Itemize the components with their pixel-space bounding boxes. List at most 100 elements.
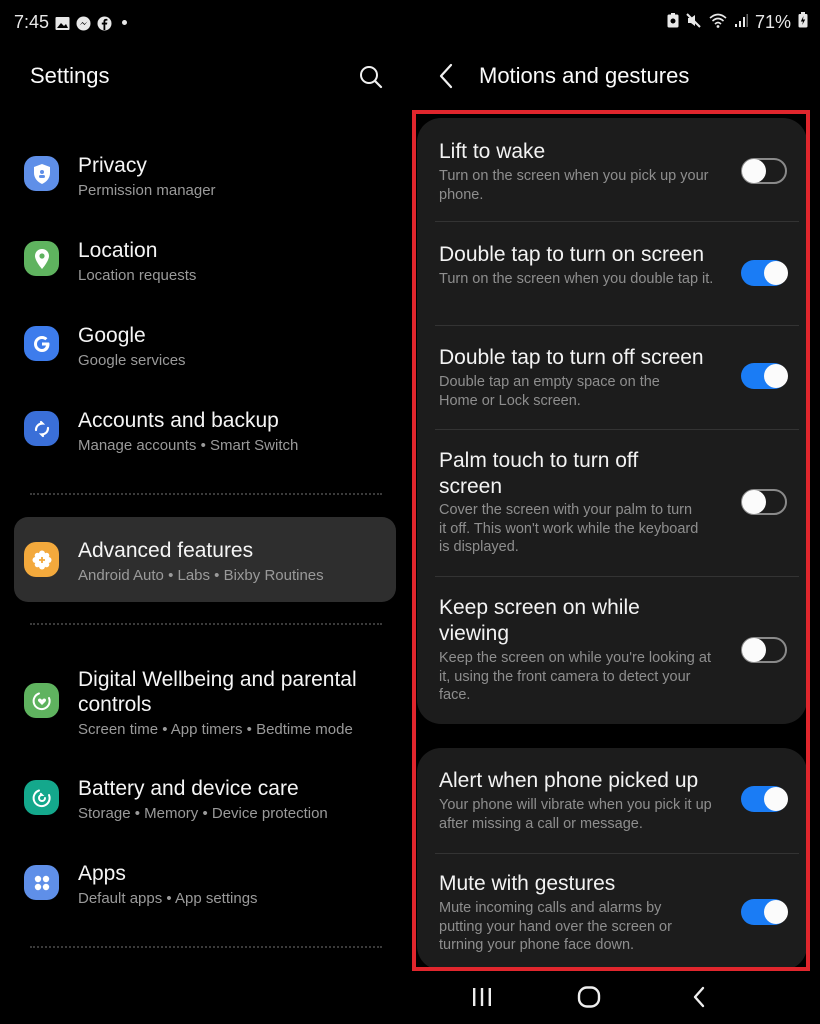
- menu-item-subtitle: Google services: [78, 352, 186, 369]
- setting-title: Double tap to turn on screen: [439, 243, 705, 266]
- setting-title: Lift to wake: [439, 140, 546, 163]
- toggle-knob: [742, 638, 766, 662]
- setting-title: Palm touch to turn off screen: [439, 449, 639, 498]
- menu-item-privacy[interactable]: Privacy Permission manager: [14, 138, 396, 208]
- menu-item-accounts-backup[interactable]: Accounts and backup Manage accounts • Sm…: [14, 393, 396, 463]
- setting-description: Cover the screen with your palm to turn …: [439, 502, 699, 555]
- section-divider: [30, 946, 382, 948]
- gallery-icon: [55, 15, 70, 30]
- menu-item-title-line2: controls: [78, 693, 152, 716]
- status-right: 71%: [667, 12, 808, 33]
- mute-icon: [686, 12, 702, 33]
- back-chevron-icon: [439, 63, 453, 89]
- recents-button[interactable]: [467, 984, 497, 1010]
- section-divider: [30, 493, 382, 495]
- status-bar: 7:45 71%: [0, 0, 820, 50]
- setting-title: Mute with gestures: [439, 872, 616, 895]
- toggle-double-tap-on[interactable]: [741, 260, 788, 286]
- notification-dot: [122, 20, 128, 25]
- battery-percent: 71%: [754, 12, 791, 32]
- device-care-icon: [24, 780, 59, 815]
- menu-item-digital-wellbeing[interactable]: Digital Wellbeing and parental controls …: [14, 658, 396, 746]
- messenger-icon: [76, 15, 91, 31]
- recents-icon: [473, 988, 491, 1006]
- setting-row-double-tap-on[interactable]: Double tap to turn on screen Turn on the…: [417, 222, 807, 326]
- menu-item-location[interactable]: Location Location requests: [14, 223, 396, 293]
- setting-description: Double tap an empty space on the Home or…: [439, 374, 660, 409]
- page-title: Settings: [30, 63, 110, 88]
- menu-item-title: Google: [78, 324, 146, 347]
- signal-icon: [734, 12, 748, 33]
- status-left: 7:45: [14, 12, 128, 33]
- toggle-knob: [764, 261, 788, 285]
- setting-row-alert-picked-up[interactable]: Alert when phone picked up Your phone wi…: [417, 748, 807, 854]
- home-icon: [577, 986, 601, 1008]
- toggle-knob: [764, 900, 788, 924]
- toggle-knob: [764, 787, 788, 811]
- menu-item-title: Advanced features: [78, 539, 254, 562]
- setting-description: Turn on the screen when you double tap i…: [439, 271, 714, 287]
- shield-icon: [24, 156, 59, 191]
- setting-row-keep-screen-on[interactable]: Keep screen on while viewing Keep the sc…: [417, 577, 807, 724]
- menu-item-battery-device-care[interactable]: Battery and device care Storage • Memory…: [14, 760, 396, 830]
- location-pin-icon: [24, 241, 59, 276]
- setting-row-lift-to-wake[interactable]: Lift to wake Turn on the screen when you…: [417, 118, 807, 222]
- menu-item-subtitle: Storage • Memory • Device protection: [78, 805, 328, 822]
- facebook-icon: [97, 15, 112, 31]
- setting-title: Alert when phone picked up: [439, 769, 699, 792]
- menu-item-subtitle: Location requests: [78, 267, 197, 284]
- gear-plus-icon: [24, 542, 59, 577]
- setting-description: Your phone will vibrate when you pick it…: [439, 797, 712, 832]
- apps-icon: [24, 865, 59, 900]
- toggle-knob: [742, 159, 766, 183]
- setting-row-double-tap-off[interactable]: Double tap to turn off screen Double tap…: [417, 326, 807, 430]
- menu-item-apps[interactable]: Apps Default apps • App settings: [14, 845, 396, 915]
- menu-item-subtitle: Permission manager: [78, 182, 216, 199]
- back-icon: [693, 986, 705, 1008]
- setting-row-mute-gestures[interactable]: Mute with gestures Mute incoming calls a…: [417, 854, 807, 970]
- search-icon: [360, 66, 383, 89]
- setting-description: Keep the screen on while you're looking …: [439, 650, 711, 703]
- toggle-lift-to-wake[interactable]: [741, 158, 787, 184]
- menu-item-subtitle: Android Auto • Labs • Bixby Routines: [78, 567, 324, 584]
- toggle-keep-screen-on[interactable]: [741, 637, 787, 663]
- setting-title: Double tap to turn off screen: [439, 346, 704, 369]
- search-button[interactable]: [358, 64, 384, 90]
- settings-pane: Settings Privacy Permission manager Loca…: [0, 50, 410, 1024]
- google-icon: [24, 326, 59, 361]
- toggle-mute-gestures[interactable]: [741, 899, 788, 925]
- back-button[interactable]: [438, 62, 462, 90]
- setting-title: Keep screen on while viewing: [439, 596, 640, 645]
- settings-card: Alert when phone picked up Your phone wi…: [417, 748, 807, 970]
- menu-item-subtitle: Default apps • App settings: [78, 890, 258, 907]
- home-button[interactable]: [574, 984, 604, 1010]
- menu-item-subtitle: Screen time • App timers • Bedtime mode: [78, 721, 353, 738]
- toggle-alert-picked-up[interactable]: [741, 786, 788, 812]
- motions-gestures-pane: Motions and gestures Lift to wake Turn o…: [410, 50, 820, 1024]
- setting-description: Mute incoming calls and alarms by puttin…: [439, 900, 672, 953]
- status-time: 7:45: [14, 12, 50, 32]
- menu-item-title: Location: [78, 239, 158, 262]
- toggle-knob: [742, 490, 766, 514]
- toggle-double-tap-off[interactable]: [741, 363, 788, 389]
- menu-item-title: Digital Wellbeing and parental: [78, 668, 357, 691]
- menu-item-title: Accounts and backup: [78, 409, 279, 432]
- menu-item-advanced-features[interactable]: Advanced features Android Auto • Labs • …: [14, 517, 396, 602]
- wellbeing-icon: [24, 683, 59, 718]
- battery-saver-icon: [667, 12, 679, 33]
- section-divider: [30, 623, 382, 625]
- menu-item-title: Battery and device care: [78, 777, 299, 800]
- menu-item-google[interactable]: Google Google services: [14, 308, 396, 378]
- menu-item-title: Apps: [78, 862, 126, 885]
- battery-charging-icon: [798, 12, 808, 33]
- setting-description: Turn on the screen when you pick up your…: [439, 168, 709, 203]
- menu-item-subtitle: Manage accounts • Smart Switch: [78, 437, 299, 454]
- navigation-bar: [410, 970, 820, 1024]
- menu-item-title: Privacy: [78, 154, 147, 177]
- sync-icon: [24, 411, 59, 446]
- toggle-knob: [764, 364, 788, 388]
- wifi-icon: [709, 12, 727, 33]
- toggle-palm-touch[interactable]: [741, 489, 787, 515]
- setting-row-palm-touch[interactable]: Palm touch to turn off screen Cover the …: [417, 430, 807, 577]
- nav-back-button[interactable]: [684, 984, 714, 1010]
